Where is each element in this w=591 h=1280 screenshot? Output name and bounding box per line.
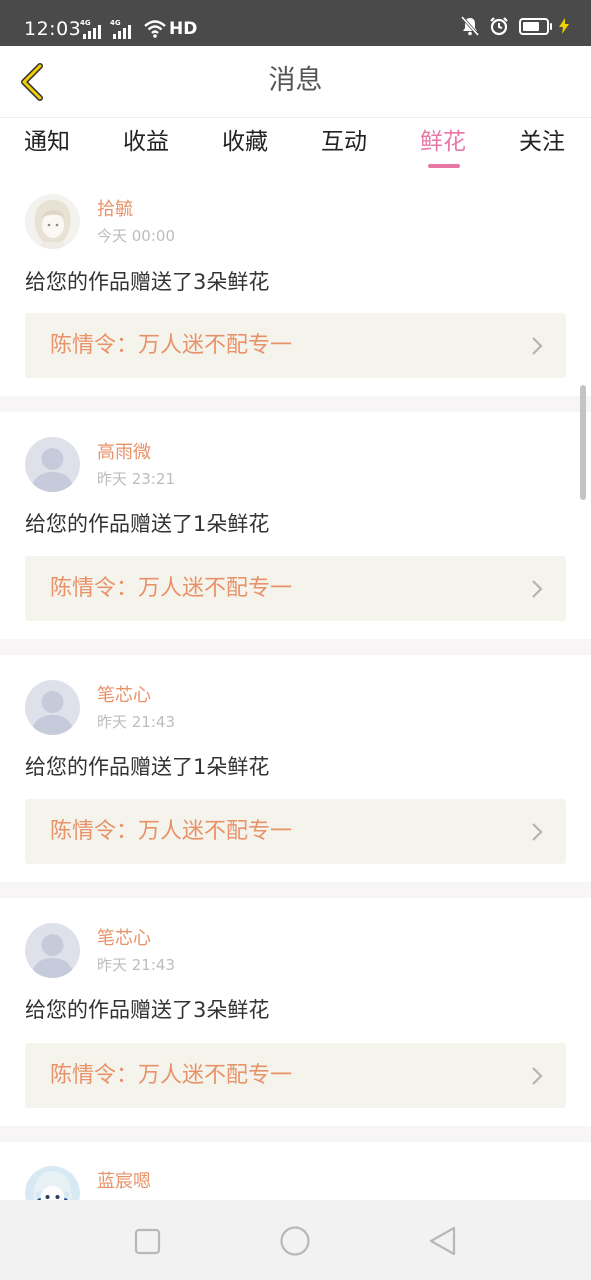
avatar[interactable] [25, 923, 80, 978]
tab-following[interactable]: 关注 [519, 126, 565, 158]
avatar[interactable] [25, 1166, 80, 1200]
message-time: 昨天 23:21 [97, 470, 175, 488]
hd-indicator: HD [169, 19, 198, 39]
mute-bell-icon [461, 16, 479, 36]
sender-name[interactable]: 蓝宸嗯 [97, 1171, 151, 1193]
message-time: 昨天 21:43 [97, 713, 175, 731]
app-header: 消息 [0, 46, 591, 118]
tab-bar: 通知 收益 收藏 互动 鲜花 关注 [0, 118, 591, 174]
avatar[interactable] [25, 437, 80, 492]
recent-apps-icon [134, 1228, 161, 1255]
list-item: 拾毓 今天 00:00 给您的作品赠送了3朵鲜花 陈情令：万人迷不配专一 [0, 174, 591, 396]
sender-name[interactable]: 高雨微 [97, 442, 151, 464]
list-item: 蓝宸嗯 [0, 1142, 591, 1200]
message-time: 昨天 21:43 [97, 956, 175, 974]
battery-icon [519, 17, 552, 35]
divider [0, 882, 591, 898]
tab-notifications[interactable]: 通知 [24, 126, 70, 158]
divider [0, 1126, 591, 1142]
tab-flowers[interactable]: 鲜花 [420, 126, 466, 158]
sender-name[interactable]: 笔芯心 [97, 685, 151, 707]
illustrated-avatar-icon [25, 1166, 80, 1200]
work-link[interactable]: 陈情令：万人迷不配专一 [25, 1043, 566, 1108]
system-nav-bar [0, 1200, 591, 1280]
back-nav-button[interactable] [423, 1222, 463, 1262]
default-avatar-icon [25, 923, 80, 978]
divider [0, 639, 591, 655]
back-icon [429, 1226, 456, 1256]
default-avatar-icon [25, 680, 80, 735]
message-time: 今天 00:00 [97, 227, 175, 245]
signal-icon: 4G [110, 19, 134, 41]
message-list: 拾毓 今天 00:00 给您的作品赠送了3朵鲜花 陈情令：万人迷不配专一 高雨微… [0, 174, 591, 1200]
tab-earnings[interactable]: 收益 [123, 126, 169, 158]
work-title: 陈情令：万人迷不配专一 [50, 1063, 293, 1088]
status-time: 12:03 [24, 18, 82, 40]
list-item: 笔芯心 昨天 21:43 给您的作品赠送了3朵鲜花 陈情令：万人迷不配专一 [0, 898, 591, 1126]
work-title: 陈情令：万人迷不配专一 [50, 819, 293, 844]
work-title: 陈情令：万人迷不配专一 [50, 576, 293, 601]
work-link[interactable]: 陈情令：万人迷不配专一 [25, 556, 566, 621]
chevron-right-icon [532, 823, 543, 841]
illustrated-avatar-icon [25, 194, 80, 249]
chevron-right-icon [532, 337, 543, 355]
message-text: 给您的作品赠送了3朵鲜花 [25, 270, 270, 294]
tab-interactions[interactable]: 互动 [321, 126, 367, 158]
work-link[interactable]: 陈情令：万人迷不配专一 [25, 799, 566, 864]
active-tab-indicator [428, 164, 460, 168]
message-text: 给您的作品赠送了1朵鲜花 [25, 755, 270, 779]
work-title: 陈情令：万人迷不配专一 [50, 333, 293, 358]
scrollbar[interactable] [580, 385, 586, 500]
sender-name[interactable]: 笔芯心 [97, 928, 151, 950]
sender-name[interactable]: 拾毓 [97, 199, 133, 221]
list-item: 高雨微 昨天 23:21 给您的作品赠送了1朵鲜花 陈情令：万人迷不配专一 [0, 412, 591, 639]
default-avatar-icon [25, 437, 80, 492]
home-button[interactable] [275, 1222, 315, 1262]
recent-apps-button[interactable] [127, 1222, 167, 1262]
alarm-icon [490, 17, 508, 36]
page-title: 消息 [268, 65, 323, 96]
avatar[interactable] [25, 680, 80, 735]
charging-icon [559, 18, 569, 34]
home-icon [280, 1226, 310, 1256]
chevron-right-icon [532, 580, 543, 598]
work-link[interactable]: 陈情令：万人迷不配专一 [25, 313, 566, 378]
wifi-icon [144, 20, 166, 38]
tab-favorites[interactable]: 收藏 [222, 126, 268, 158]
message-text: 给您的作品赠送了3朵鲜花 [25, 998, 270, 1022]
list-item: 笔芯心 昨天 21:43 给您的作品赠送了1朵鲜花 陈情令：万人迷不配专一 [0, 655, 591, 882]
status-bar: 12:03 4G 4G HD [0, 0, 591, 46]
signal-icon: 4G [80, 19, 104, 41]
avatar[interactable] [25, 194, 80, 249]
chevron-right-icon [532, 1067, 543, 1085]
divider [0, 396, 591, 412]
message-text: 给您的作品赠送了1朵鲜花 [25, 512, 270, 536]
